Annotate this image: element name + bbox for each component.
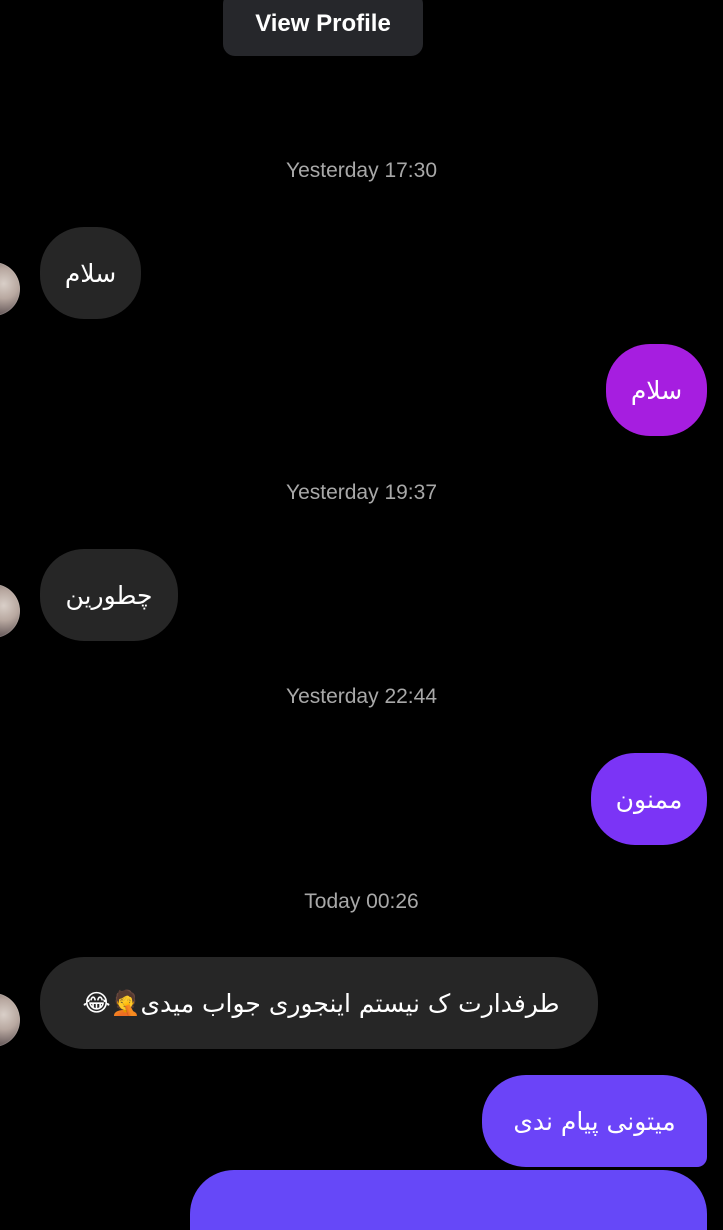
incoming-message-bubble[interactable]: طرفدارت ک نیستم اینجوری جواب میدی 😂🤦: [40, 957, 598, 1049]
timestamp: Yesterday 19:37: [285, 481, 437, 504]
message-text: چطورین: [65, 580, 153, 610]
sender-avatar[interactable]: [0, 262, 20, 316]
sender-avatar[interactable]: [0, 993, 20, 1047]
message-text: ممنون: [615, 784, 683, 814]
laughing-facepalm-emoji-icon: 😂🤦: [82, 989, 141, 1017]
timestamp: Yesterday 22:44: [285, 685, 437, 708]
sender-avatar[interactable]: [0, 584, 20, 638]
incoming-message-bubble[interactable]: چطورین: [40, 549, 178, 641]
outgoing-message-bubble[interactable]: [190, 1170, 707, 1230]
message-text: سلام: [64, 258, 117, 288]
message-text: طرفدارت ک نیستم اینجوری جواب میدی: [140, 988, 560, 1018]
timestamp: Yesterday 17:30: [285, 159, 437, 182]
outgoing-message-bubble[interactable]: سلام: [606, 344, 707, 436]
timestamp: Today 00:26: [304, 890, 419, 913]
message-text: سلام: [630, 375, 683, 405]
incoming-message-bubble[interactable]: سلام: [40, 227, 141, 319]
outgoing-message-bubble[interactable]: میتونی پیام ندی: [482, 1075, 707, 1167]
view-profile-button[interactable]: View Profile: [223, 0, 423, 56]
outgoing-message-bubble[interactable]: ممنون: [591, 753, 707, 845]
message-text: میتونی پیام ندی: [513, 1106, 676, 1136]
